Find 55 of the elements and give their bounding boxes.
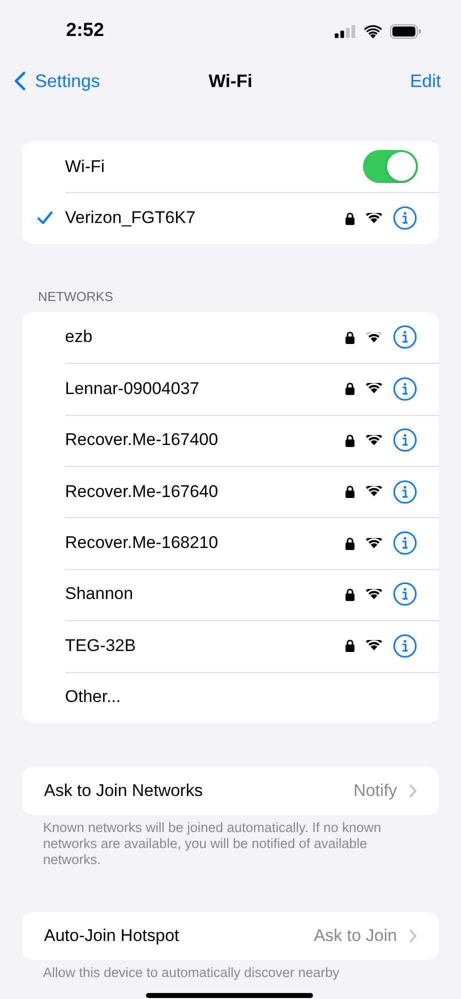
battery-icon: [390, 24, 421, 38]
lock-icon: [345, 434, 355, 447]
settings-row[interactable]: Ask to Join Networks Notify: [22, 766, 439, 815]
info-icon[interactable]: [393, 206, 417, 230]
wifi-signal-icon: [365, 212, 383, 224]
network-name[interactable]: TEG-32B: [65, 636, 136, 656]
wifi-signal-icon: [365, 332, 383, 343]
wifi-signal-icon: [365, 434, 383, 446]
wifi-toggle[interactable]: [363, 150, 418, 184]
network-name[interactable]: ezb: [65, 327, 92, 348]
checkmark-icon: [37, 211, 53, 226]
network-name[interactable]: Recover.Me-168210: [65, 533, 218, 554]
info-icon[interactable]: [393, 582, 417, 606]
chevron-right-icon: [409, 784, 417, 798]
edit-button[interactable]: Edit: [410, 70, 441, 92]
cellular-signal-icon: [334, 24, 356, 38]
wifi-signal-icon: [365, 383, 383, 394]
network-name[interactable]: Recover.Me-167400: [65, 430, 218, 450]
wifi-signal-icon: [365, 538, 383, 549]
connected-network-name[interactable]: Verizon_FGT6K7: [65, 208, 196, 228]
info-icon[interactable]: [393, 480, 417, 504]
setting-label: Auto-Join Hotspot: [44, 926, 180, 946]
lock-icon: [345, 485, 355, 498]
lock-icon: [345, 330, 355, 344]
info-icon[interactable]: [393, 376, 417, 401]
lock-icon: [345, 536, 355, 550]
network-name[interactable]: Shannon: [65, 584, 134, 604]
chevron-left-icon: [14, 71, 26, 91]
back-button[interactable]: Settings: [14, 70, 100, 92]
info-icon[interactable]: [393, 428, 417, 452]
settings-row[interactable]: Auto-Join Hotspot Ask to Join: [22, 912, 439, 960]
chevron-right-icon: [409, 928, 417, 943]
other-network-link[interactable]: Other...: [65, 687, 121, 708]
status-time: 2:52: [66, 20, 104, 42]
info-icon[interactable]: [393, 325, 417, 350]
lock-icon: [345, 382, 355, 396]
wifi-label: Wi-Fi: [65, 156, 105, 177]
section-header: NETWORKS: [38, 288, 114, 304]
page-title: Wi-Fi: [208, 70, 252, 92]
footer-note: Known networks will be joined automatically. If no known networks are available, you will be notified of available networks.: [43, 820, 382, 868]
network-name[interactable]: Lennar-09004037: [65, 378, 200, 399]
setting-label: Ask to Join Networks: [44, 780, 203, 801]
footer-note: Allow this device to automatically discover nearby: [43, 964, 340, 981]
lock-icon: [345, 212, 355, 225]
lock-icon: [345, 588, 355, 601]
wifi-signal-icon: [365, 640, 383, 652]
wifi-signal-icon: [365, 486, 383, 498]
info-icon[interactable]: [393, 531, 417, 556]
setting-value: Ask to Join: [314, 926, 397, 946]
network-name[interactable]: Recover.Me-167640: [65, 482, 218, 502]
info-icon[interactable]: [393, 634, 417, 658]
wifi-status-icon: [363, 24, 383, 38]
wifi-signal-icon: [365, 588, 383, 600]
setting-value: Notify: [354, 780, 397, 801]
lock-icon: [345, 639, 355, 652]
